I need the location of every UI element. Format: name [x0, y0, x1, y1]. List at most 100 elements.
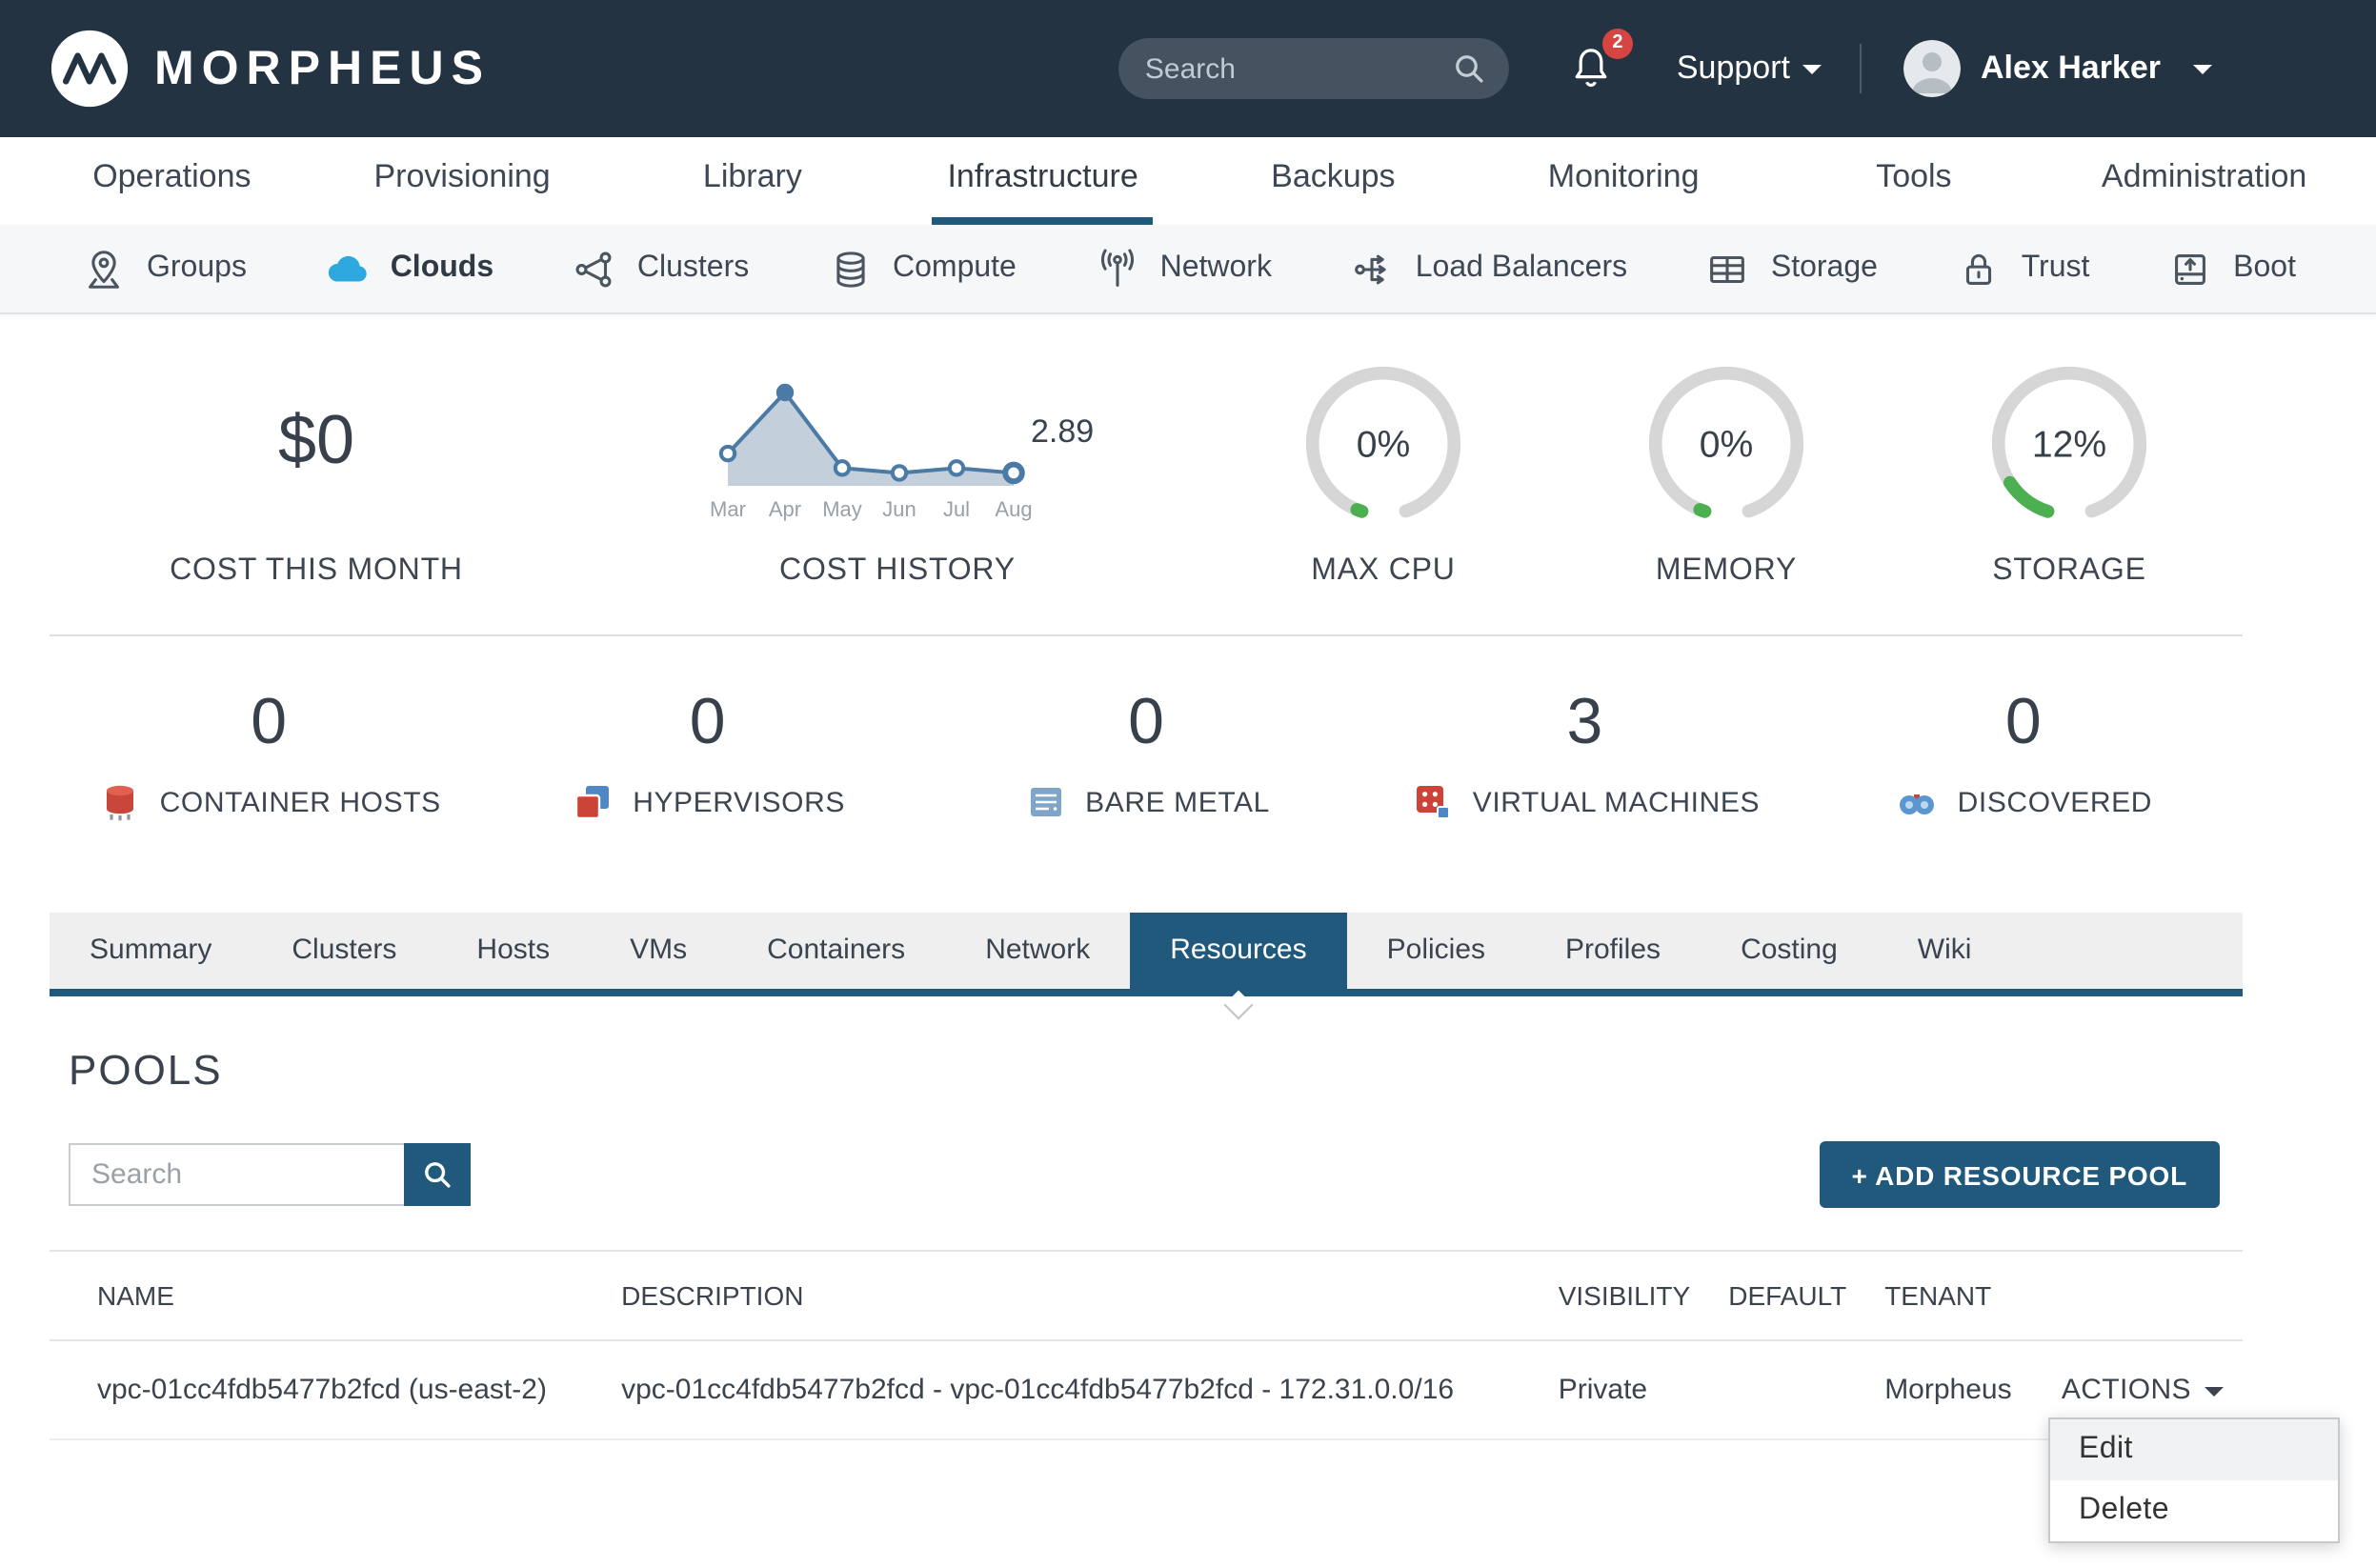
cost-label: COST THIS MONTH: [170, 554, 463, 589]
notifications-button[interactable]: 2: [1566, 44, 1616, 93]
menu-item-delete[interactable]: Delete: [2050, 1480, 2338, 1541]
svg-text:Apr: Apr: [769, 497, 801, 521]
col-header-visibility: VISIBILITY: [1540, 1251, 1710, 1340]
avatar: [1904, 40, 1962, 97]
cost-history-chart: MarAprMayJunJulAug2.89: [697, 375, 1097, 528]
cloud-detail-tabs: Summary Clusters Hosts VMs Containers Ne…: [50, 913, 2243, 996]
top-header: MORPHEUS 2 Support: [0, 0, 2376, 137]
storage-icon: [1704, 245, 1752, 292]
header-divider: [1861, 44, 1863, 93]
hypervisors-value: 0: [690, 686, 726, 760]
network-icon: [1094, 245, 1141, 292]
container-hosts-label: CONTAINER HOSTS: [160, 786, 441, 818]
nav-item-operations[interactable]: Operations: [27, 137, 317, 225]
user-menu[interactable]: Alex Harker: [1904, 40, 2212, 97]
nav-item-provisioning[interactable]: Provisioning: [317, 137, 608, 225]
menu-item-edit[interactable]: Edit: [2050, 1419, 2338, 1480]
nav-item-administration[interactable]: Administration: [2059, 137, 2349, 225]
table-row: vpc-01cc4fdb5477b2fcd (us-east-2) vpc-01…: [50, 1340, 2243, 1439]
col-header-actions: [2043, 1251, 2243, 1340]
cell-default: [1709, 1340, 1865, 1439]
tab-resources[interactable]: Resources: [1130, 913, 1346, 989]
notification-badge: 2: [1602, 29, 1633, 59]
main-nav: Operations Provisioning Library Infrastr…: [0, 137, 2376, 225]
subnav-item-network[interactable]: Network: [1094, 245, 1272, 292]
stat-max-cpu: 0% MAX CPU: [1212, 360, 1555, 589]
tab-profiles[interactable]: Profiles: [1525, 913, 1701, 989]
add-resource-pool-button[interactable]: + ADD RESOURCE POOL: [1819, 1141, 2220, 1208]
stat-memory: 0% MEMORY: [1555, 360, 1898, 589]
clusters-icon: [571, 245, 618, 292]
subnav-item-trust[interactable]: Trust: [1955, 245, 2090, 292]
boot-icon: [2166, 245, 2214, 292]
tab-containers[interactable]: Containers: [727, 913, 945, 989]
tab-vms[interactable]: VMs: [590, 913, 727, 989]
nav-item-library[interactable]: Library: [608, 137, 898, 225]
row-actions-button[interactable]: ACTIONS Edit Delete: [2043, 1340, 2243, 1439]
hypervisors-label: HYPERVISORS: [633, 786, 845, 818]
discovered-value: 0: [2005, 686, 2042, 760]
tab-summary[interactable]: Summary: [50, 913, 252, 989]
cost-history-label: COST HISTORY: [779, 554, 1016, 589]
pools-search-input[interactable]: [69, 1143, 404, 1206]
svg-text:Aug: Aug: [995, 497, 1032, 521]
tab-hosts[interactable]: Hosts: [436, 913, 590, 989]
load-balancer-icon: [1349, 245, 1397, 292]
stat-storage: 12% STORAGE: [1898, 360, 2241, 589]
svg-text:Jul: Jul: [943, 497, 970, 521]
subnav-item-storage[interactable]: Storage: [1704, 245, 1878, 292]
search-icon: [1452, 51, 1486, 86]
page-title: POOLS: [69, 1046, 2243, 1096]
nav-item-backups[interactable]: Backups: [1188, 137, 1479, 225]
host-counts-panel: 0 CONTAINER HOSTS 0 HY: [50, 634, 2243, 886]
tab-network[interactable]: Network: [945, 913, 1130, 989]
memory-value: 0%: [1700, 425, 1754, 466]
pools-search-button[interactable]: [404, 1143, 471, 1206]
morpheus-logo-icon: [50, 29, 130, 109]
count-hypervisors: 0 HYPERVISORS: [488, 686, 926, 825]
memory-gauge: 0%: [1642, 360, 1810, 528]
subnav-item-clouds[interactable]: Clouds: [324, 245, 493, 292]
pools-toolbar: + ADD RESOURCE POOL: [69, 1141, 2220, 1208]
global-search[interactable]: [1118, 38, 1509, 99]
bare-metal-label: BARE METAL: [1085, 786, 1270, 818]
col-header-name: NAME: [50, 1251, 602, 1340]
cell-tenant: Morpheus: [1865, 1340, 2043, 1439]
nav-item-monitoring[interactable]: Monitoring: [1479, 137, 1769, 225]
search-icon: [421, 1158, 453, 1191]
subnav-item-clusters[interactable]: Clusters: [571, 245, 749, 292]
svg-text:May: May: [822, 497, 862, 521]
support-menu[interactable]: Support: [1677, 50, 1822, 88]
nav-item-infrastructure[interactable]: Infrastructure: [897, 137, 1188, 225]
stat-cost-this-month: $0 COST THIS MONTH: [50, 352, 583, 589]
tab-clusters[interactable]: Clusters: [252, 913, 436, 989]
storage-gauge: 12%: [1985, 360, 2153, 528]
chevron-down-icon: [2193, 64, 2212, 73]
tab-costing[interactable]: Costing: [1701, 913, 1878, 989]
count-virtual-machines: 3 VIRTUAL MACHINES: [1365, 686, 1803, 825]
support-label: Support: [1677, 50, 1790, 88]
svg-text:Mar: Mar: [710, 497, 746, 521]
table-header-row: NAME DESCRIPTION VISIBILITY DEFAULT TENA…: [50, 1251, 2243, 1340]
nav-item-tools[interactable]: Tools: [1769, 137, 2060, 225]
tab-policies[interactable]: Policies: [1347, 913, 1525, 989]
cloud-stats-panel: $0 COST THIS MONTH MarAprMayJunJulAug2.8…: [50, 314, 2243, 634]
subnav-item-compute[interactable]: Compute: [826, 245, 1017, 292]
container-host-icon: [97, 779, 143, 825]
brand[interactable]: MORPHEUS: [50, 29, 491, 109]
bare-metal-value: 0: [1128, 686, 1164, 760]
tab-wiki[interactable]: Wiki: [1878, 913, 2012, 989]
subnav-item-load-balancers[interactable]: Load Balancers: [1349, 245, 1627, 292]
count-bare-metal: 0 BARE METAL: [927, 686, 1365, 825]
cell-visibility: Private: [1540, 1340, 1710, 1439]
chevron-down-icon: [1803, 64, 1822, 73]
container-hosts-value: 0: [251, 686, 287, 760]
subnav-item-boot[interactable]: Boot: [2166, 245, 2296, 292]
subnav-item-groups[interactable]: Groups: [80, 245, 247, 292]
global-search-input[interactable]: [1145, 52, 1452, 85]
storage-label: STORAGE: [1992, 554, 2146, 589]
count-discovered: 0 DISCOVERED: [1804, 686, 2243, 825]
storage-value: 12%: [2032, 425, 2106, 466]
col-header-description: DESCRIPTION: [602, 1251, 1540, 1340]
trust-icon: [1955, 245, 2003, 292]
